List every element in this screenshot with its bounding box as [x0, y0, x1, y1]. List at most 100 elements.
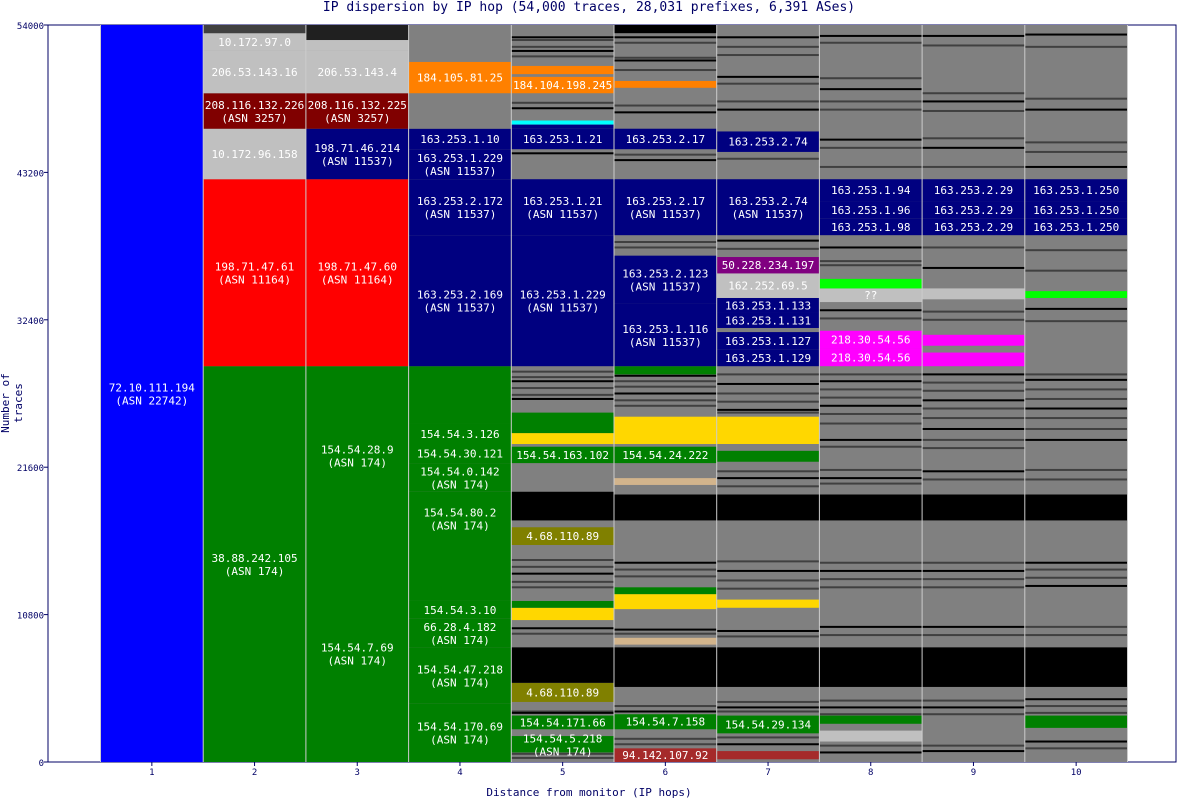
x-axis-label: Distance from monitor (IP hops) [486, 786, 692, 799]
trace-stripe [922, 100, 1025, 103]
ip-segment [614, 366, 717, 375]
ip-segment [305, 25, 409, 41]
ip-segment [922, 334, 1025, 346]
trace-stripe [922, 417, 1025, 420]
trace-stripe [716, 470, 820, 473]
segment-ip-label: 163.253.1.250 [1033, 184, 1119, 197]
trace-stripe [716, 239, 820, 242]
trace-stripe [1024, 417, 1128, 420]
segment-ip-label: 154.54.80.2 [424, 506, 497, 519]
trace-stripe [614, 561, 717, 564]
segment-asn-label: (ASN 22742) [115, 395, 188, 408]
trace-stripe [819, 569, 923, 572]
x-tick-label: 5 [560, 768, 565, 778]
trace-stripe [819, 396, 923, 399]
trace-stripe [922, 246, 1025, 249]
segment-ip-label: 154.54.7.158 [626, 716, 705, 729]
trace-stripe [716, 706, 820, 709]
trace-stripe [922, 44, 1025, 47]
trace-stripe [614, 632, 717, 635]
trace-stripe [922, 750, 1025, 753]
segment-ip-label: 154.54.3.10 [424, 604, 497, 617]
trace-stripe [511, 376, 614, 379]
trace-stripe [922, 713, 1025, 716]
segment-ip-label: 163.253.1.94 [831, 184, 911, 197]
ip-segment [716, 599, 820, 608]
ip-segment [819, 647, 923, 687]
segment-ip-label: 163.253.1.98 [831, 221, 910, 234]
trace-stripe [716, 485, 820, 488]
trace-stripe [819, 445, 923, 448]
trace-stripe [819, 625, 923, 628]
trace-stripe [511, 370, 614, 373]
y-tick-label: 0 [39, 759, 44, 769]
trace-stripe [819, 404, 923, 407]
segment-ip-label: 154.54.29.134 [725, 718, 811, 731]
trace-stripe [716, 736, 820, 739]
segment-ip-label: 163.253.1.10 [420, 133, 499, 146]
trace-stripe [819, 706, 923, 709]
trace-stripe [922, 634, 1025, 637]
trace-stripe [1024, 307, 1128, 310]
segment-ip-label: 163.253.2.74 [728, 195, 808, 208]
segment-asn-label: (ASN 11537) [424, 165, 497, 178]
trace-stripe [1024, 407, 1128, 410]
segment-ip-label: 184.105.81.25 [417, 72, 503, 85]
segment-ip-label: 198.71.47.61 [215, 261, 294, 274]
trace-stripe [922, 478, 1025, 481]
ip-segment [716, 751, 820, 760]
trace-stripe [716, 45, 820, 48]
trace-stripe [716, 400, 820, 403]
segment-ip-label: 163.253.1.133 [725, 299, 811, 312]
segment-ip-label: 163.253.2.17 [626, 133, 705, 146]
segment-asn-label: (ASN 174) [430, 478, 490, 491]
trace-stripe [511, 101, 614, 104]
trace-stripe [819, 260, 923, 263]
trace-stripe [614, 710, 717, 713]
segment-ip-label: 94.142.107.92 [622, 749, 708, 762]
segment-asn-label: (ASN 11537) [526, 208, 599, 221]
trace-stripe [1024, 33, 1128, 36]
ip-segment [511, 65, 614, 75]
y-tick-label: 10800 [17, 612, 44, 622]
ip-segment [614, 494, 717, 521]
ip-segment [511, 647, 614, 683]
ip-segment [511, 412, 614, 434]
segment-ip-label: ?? [864, 289, 877, 302]
trace-stripe [614, 246, 717, 249]
segment-ip-label: 163.253.2.172 [417, 195, 503, 208]
trace-stripe [1024, 165, 1128, 168]
trace-stripe [819, 578, 923, 581]
segment-ip-label: 163.253.2.17 [626, 195, 705, 208]
trace-stripe [922, 137, 1025, 140]
segment-ip-label: 206.53.143.16 [212, 66, 298, 79]
trace-stripe [819, 744, 923, 747]
trace-stripe [1024, 373, 1128, 376]
trace-stripe [1024, 141, 1128, 144]
ip-segment [511, 607, 614, 621]
trace-stripe [922, 407, 1025, 410]
trace-stripe [1024, 698, 1128, 701]
trace-stripe [511, 49, 614, 52]
trace-stripe [1024, 388, 1128, 391]
trace-stripe [819, 438, 923, 441]
segment-ip-label: 208.116.132.226 [205, 99, 304, 112]
segment-ip-label: 154.54.170.69 [417, 721, 503, 734]
trace-stripe [922, 706, 1025, 709]
segment-asn-label: (ASN 11537) [321, 155, 394, 168]
trace-stripe [511, 586, 614, 589]
segment-asn-label: (ASN 11537) [424, 208, 497, 221]
segment-ip-label: 163.253.1.21 [523, 133, 602, 146]
trace-stripe [1024, 740, 1128, 743]
trace-stripe [511, 45, 614, 48]
segment-asn-label: (ASN 3257) [324, 112, 390, 125]
segment-ip-label: 163.253.2.169 [417, 289, 503, 302]
trace-stripe [922, 318, 1025, 321]
trace-stripe [819, 482, 923, 485]
trace-stripe [511, 380, 614, 383]
trace-stripe [819, 165, 923, 168]
segment-ip-label: 154.54.171.66 [520, 716, 606, 729]
ip-segment [614, 416, 717, 444]
trace-stripe [614, 399, 717, 402]
x-tick-label: 2 [252, 768, 257, 778]
